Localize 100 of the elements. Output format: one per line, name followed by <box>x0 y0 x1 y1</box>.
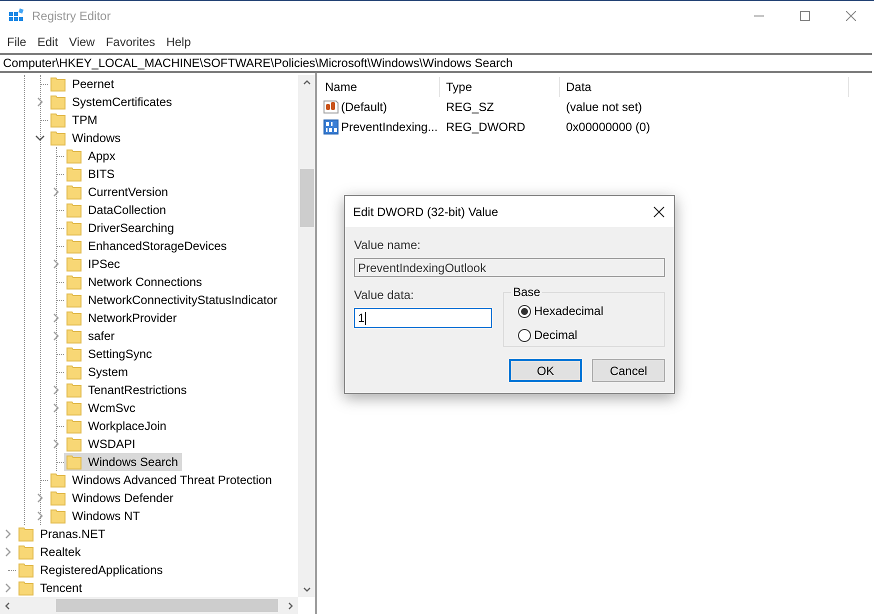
expand-chevron-icon[interactable] <box>35 97 45 107</box>
dialog-button[interactable]: OK <box>509 359 582 382</box>
tree-item-label: TenantRestrictions <box>88 382 187 399</box>
tree-item[interactable]: Windows Advanced Threat Protection <box>48 471 276 489</box>
value-data-label: Value data: <box>354 287 415 304</box>
value-name-field: PreventIndexingOutlook <box>354 258 665 277</box>
value-name[interactable]: PreventIndexing... <box>341 118 438 136</box>
tree-item[interactable]: safer <box>64 327 119 345</box>
scroll-thumb[interactable] <box>300 169 314 227</box>
radio-option[interactable]: Decimal <box>518 326 664 344</box>
tree-item[interactable]: Realtek <box>16 543 85 561</box>
folder-icon <box>66 418 82 434</box>
scroll-thumb[interactable] <box>56 599 278 612</box>
tree-item[interactable]: Appx <box>64 147 120 165</box>
column-header[interactable]: Type <box>440 77 560 97</box>
tree-item-label: DriverSearching <box>88 220 174 237</box>
expand-chevron-icon[interactable] <box>51 313 61 323</box>
folder-icon <box>50 76 66 92</box>
folder-icon <box>66 454 82 470</box>
folder-icon <box>66 256 82 272</box>
expand-chevron-icon[interactable] <box>3 547 13 557</box>
tree-item[interactable]: NetworkProvider <box>64 309 181 327</box>
tree-item[interactable]: TenantRestrictions <box>64 381 191 399</box>
tree-item[interactable]: IPSec <box>64 255 124 273</box>
tree-item-label: NetworkConnectivityStatusIndicator <box>88 292 278 309</box>
folder-icon <box>66 328 82 344</box>
expand-chevron-icon[interactable] <box>51 403 61 413</box>
tree-item[interactable]: Windows <box>48 129 125 147</box>
menu-item[interactable]: Help <box>163 33 194 51</box>
expand-chevron-icon[interactable] <box>51 187 61 197</box>
column-header[interactable]: Data <box>560 77 849 97</box>
column-header[interactable]: Name <box>319 77 440 97</box>
tree-item-label: DataCollection <box>88 202 166 219</box>
maximize-icon <box>800 11 810 21</box>
binary-value-icon <box>323 119 339 135</box>
expand-chevron-icon[interactable] <box>51 259 61 269</box>
tree-item[interactable]: NetworkConnectivityStatusIndicator <box>64 291 282 309</box>
expand-chevron-icon[interactable] <box>3 529 13 539</box>
tree-item[interactable]: TPM <box>48 111 102 129</box>
menu-item[interactable]: View <box>66 33 98 51</box>
menu-item[interactable]: Favorites <box>102 33 158 51</box>
tree-item[interactable]: WorkplaceJoin <box>64 417 170 435</box>
folder-icon <box>66 346 82 362</box>
tree-item-label: SettingSync <box>88 346 152 363</box>
expand-chevron-icon[interactable] <box>35 493 45 503</box>
radio-option[interactable]: Hexadecimal <box>518 302 664 320</box>
menu-item[interactable]: Edit <box>34 33 62 51</box>
radio-icon[interactable] <box>518 328 531 342</box>
folder-icon <box>50 94 66 110</box>
expand-chevron-icon[interactable] <box>51 331 61 341</box>
tree-item-label: safer <box>88 328 115 345</box>
tree-item[interactable]: BITS <box>64 165 119 183</box>
horizontal-scrollbar[interactable] <box>0 597 298 614</box>
tree-item-label: EnhancedStorageDevices <box>88 238 227 255</box>
collapse-chevron-icon[interactable] <box>35 133 45 143</box>
tree-item[interactable]: SystemCertificates <box>48 93 176 111</box>
tree-item-label: CurrentVersion <box>88 184 168 201</box>
expand-chevron-icon[interactable] <box>51 385 61 395</box>
value-type: REG_DWORD <box>445 119 526 136</box>
folder-icon <box>66 238 82 254</box>
menu-item[interactable]: File <box>4 33 30 51</box>
tree-item[interactable]: SettingSync <box>64 345 156 363</box>
folder-icon <box>66 202 82 218</box>
tree-item[interactable]: Tencent <box>16 579 86 597</box>
folder-icon <box>50 130 66 146</box>
tree-item[interactable]: Pranas.NET <box>16 525 110 543</box>
expand-chevron-icon[interactable] <box>51 439 61 449</box>
radio-icon[interactable] <box>518 304 531 318</box>
tree-item-label: Tencent <box>40 580 82 597</box>
tree-item[interactable]: EnhancedStorageDevices <box>64 237 231 255</box>
dialog-button[interactable]: Cancel <box>592 359 665 382</box>
expand-chevron-icon[interactable] <box>35 511 45 521</box>
tree-item[interactable]: DriverSearching <box>64 219 178 237</box>
tree-item[interactable]: Windows Defender <box>48 489 178 507</box>
value-name[interactable]: (Default) <box>341 98 388 116</box>
value-type: REG_SZ <box>445 99 496 116</box>
tree-item[interactable]: Network Connections <box>64 273 206 291</box>
tree-item-label: TPM <box>72 112 98 129</box>
folder-icon <box>18 544 34 560</box>
tree-item[interactable]: Windows NT <box>48 507 144 525</box>
tree-item[interactable]: Peernet <box>48 75 118 93</box>
tree-item[interactable]: RegisteredApplications <box>16 561 167 579</box>
folder-icon <box>66 292 82 308</box>
address-bar[interactable]: Computer\HKEY_LOCAL_MACHINE\SOFTWARE\Policies\Microsoft\Windows\Windows Search <box>0 53 872 73</box>
vertical-scrollbar[interactable] <box>298 75 315 597</box>
folder-icon <box>66 382 82 398</box>
value-data-field[interactable]: 1 <box>354 308 492 328</box>
tree-item[interactable]: WcmSvc <box>64 399 140 417</box>
tree-item-label: Network Connections <box>88 274 202 291</box>
tree-item[interactable]: Windows Search <box>64 453 182 471</box>
expand-chevron-icon[interactable] <box>3 583 13 593</box>
tree-item-label: Windows Advanced Threat Protection <box>72 472 272 489</box>
tree-item[interactable]: WSDAPI <box>64 435 140 453</box>
tree-item[interactable]: DataCollection <box>64 201 170 219</box>
folder-icon <box>66 220 82 236</box>
tree-item[interactable]: CurrentVersion <box>64 183 172 201</box>
folder-icon <box>18 562 34 578</box>
folder-icon <box>50 508 66 524</box>
tree-item-label: WcmSvc <box>88 400 136 417</box>
tree-item[interactable]: System <box>64 363 132 381</box>
